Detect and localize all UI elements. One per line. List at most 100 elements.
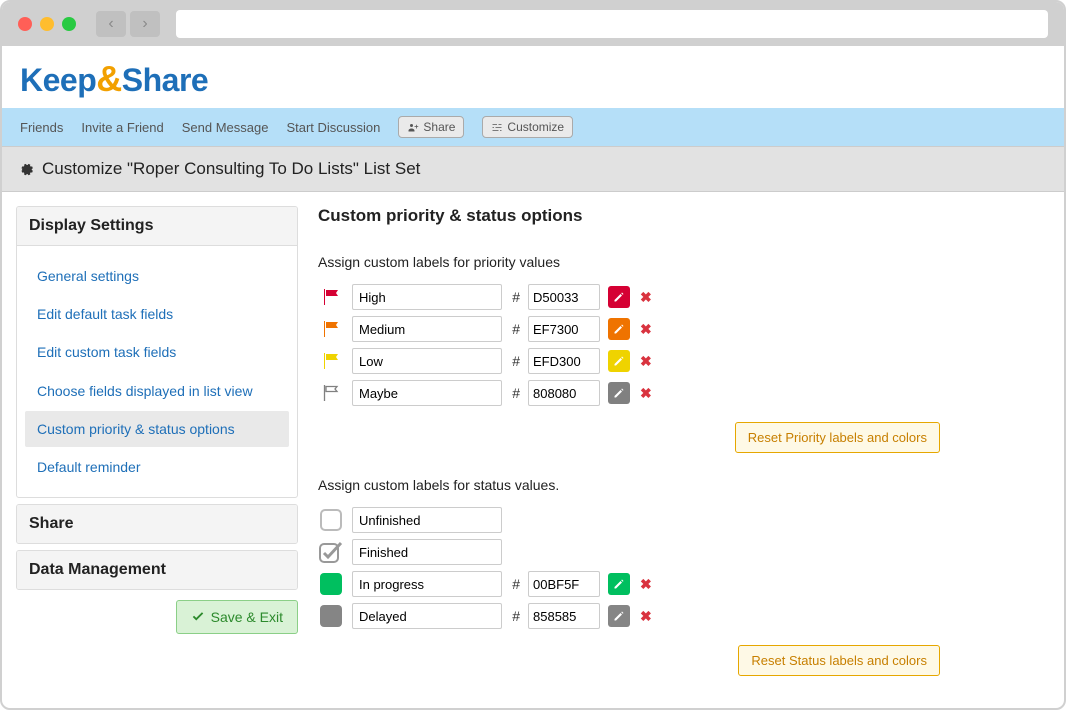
flag-icon bbox=[321, 288, 341, 306]
edit-color-button[interactable] bbox=[608, 318, 630, 340]
main-title: Custom priority & status options bbox=[318, 206, 940, 226]
sidebar-header-display[interactable]: Display Settings bbox=[17, 207, 297, 246]
sliders-icon bbox=[491, 121, 503, 133]
check-icon bbox=[191, 610, 205, 624]
hash-symbol: # bbox=[510, 385, 520, 401]
checkbox-empty-icon bbox=[320, 509, 342, 531]
nav-friends[interactable]: Friends bbox=[20, 120, 63, 135]
status-color-swatch bbox=[320, 605, 342, 627]
flag-icon bbox=[321, 352, 341, 370]
status-color-input[interactable] bbox=[528, 603, 600, 629]
priority-row-high: # ✖ bbox=[318, 284, 940, 310]
save-exit-label: Save & Exit bbox=[211, 609, 283, 625]
hash-symbol: # bbox=[510, 289, 520, 305]
sidebar-group-share: Share bbox=[16, 504, 298, 544]
gears-icon bbox=[16, 160, 34, 178]
forward-button[interactable]: › bbox=[130, 11, 160, 37]
status-row-unfinished bbox=[318, 507, 940, 533]
priority-heading: Assign custom labels for priority values bbox=[318, 254, 940, 270]
pencil-icon bbox=[613, 578, 625, 590]
status-color-input[interactable] bbox=[528, 571, 600, 597]
minimize-window-icon[interactable] bbox=[40, 17, 54, 31]
nav-start-discussion[interactable]: Start Discussion bbox=[286, 120, 380, 135]
sidebar-header-share[interactable]: Share bbox=[17, 505, 297, 543]
sidebar-group-data: Data Management bbox=[16, 550, 298, 590]
sidebar-item-custom-fields[interactable]: Edit custom task fields bbox=[25, 334, 289, 370]
hash-symbol: # bbox=[510, 576, 520, 592]
status-label-input[interactable] bbox=[352, 539, 502, 565]
hash-symbol: # bbox=[510, 321, 520, 337]
pencil-icon bbox=[613, 291, 625, 303]
delete-button[interactable]: ✖ bbox=[638, 321, 654, 338]
pencil-icon bbox=[613, 323, 625, 335]
page-header-bar: Customize "Roper Consulting To Do Lists"… bbox=[2, 146, 1064, 192]
delete-button[interactable]: ✖ bbox=[638, 353, 654, 370]
priority-color-input[interactable] bbox=[528, 380, 600, 406]
page-title: Customize "Roper Consulting To Do Lists"… bbox=[42, 159, 420, 179]
priority-row-low: # ✖ bbox=[318, 348, 940, 374]
edit-color-button[interactable] bbox=[608, 382, 630, 404]
status-heading: Assign custom labels for status values. bbox=[318, 477, 940, 493]
window-controls bbox=[18, 17, 76, 31]
delete-button[interactable]: ✖ bbox=[638, 289, 654, 306]
logo-part-keep: Keep bbox=[20, 62, 96, 98]
flag-outline-icon bbox=[321, 384, 341, 402]
delete-button[interactable]: ✖ bbox=[638, 576, 654, 593]
browser-chrome: ‹ › bbox=[2, 2, 1064, 46]
priority-color-input[interactable] bbox=[528, 284, 600, 310]
sidebar-item-list-view[interactable]: Choose fields displayed in list view bbox=[25, 373, 289, 409]
top-nav: Friends Invite a Friend Send Message Sta… bbox=[2, 108, 1064, 146]
edit-color-button[interactable] bbox=[608, 286, 630, 308]
logo-ampersand: & bbox=[96, 58, 122, 99]
priority-label-input[interactable] bbox=[352, 284, 502, 310]
edit-color-button[interactable] bbox=[608, 573, 630, 595]
delete-button[interactable]: ✖ bbox=[638, 385, 654, 402]
flag-icon bbox=[321, 320, 341, 338]
priority-label-input[interactable] bbox=[352, 348, 502, 374]
sidebar: Display Settings General settings Edit d… bbox=[16, 206, 298, 684]
sidebar-header-data[interactable]: Data Management bbox=[17, 551, 297, 589]
status-row-inprogress: # ✖ bbox=[318, 571, 940, 597]
status-row-finished bbox=[318, 539, 940, 565]
url-bar[interactable] bbox=[176, 10, 1048, 38]
share-button[interactable]: Share bbox=[398, 116, 464, 138]
priority-row-maybe: # ✖ bbox=[318, 380, 940, 406]
pencil-icon bbox=[613, 387, 625, 399]
priority-color-input[interactable] bbox=[528, 348, 600, 374]
share-label: Share bbox=[423, 120, 455, 134]
delete-button[interactable]: ✖ bbox=[638, 608, 654, 625]
nav-send-message[interactable]: Send Message bbox=[182, 120, 269, 135]
logo: Keep&Share bbox=[2, 46, 1064, 108]
maximize-window-icon[interactable] bbox=[62, 17, 76, 31]
save-exit-button[interactable]: Save & Exit bbox=[176, 600, 298, 634]
nav-invite[interactable]: Invite a Friend bbox=[81, 120, 163, 135]
user-plus-icon bbox=[407, 121, 419, 133]
customize-button[interactable]: Customize bbox=[482, 116, 573, 138]
sidebar-item-default-fields[interactable]: Edit default task fields bbox=[25, 296, 289, 332]
back-button[interactable]: ‹ bbox=[96, 11, 126, 37]
logo-part-share: Share bbox=[122, 62, 208, 98]
status-color-swatch bbox=[320, 573, 342, 595]
hash-symbol: # bbox=[510, 608, 520, 624]
edit-color-button[interactable] bbox=[608, 350, 630, 372]
hash-symbol: # bbox=[510, 353, 520, 369]
sidebar-item-priority-status[interactable]: Custom priority & status options bbox=[25, 411, 289, 447]
priority-label-input[interactable] bbox=[352, 316, 502, 342]
priority-row-medium: # ✖ bbox=[318, 316, 940, 342]
status-label-input[interactable] bbox=[352, 603, 502, 629]
pencil-icon bbox=[613, 610, 625, 622]
sidebar-item-general[interactable]: General settings bbox=[25, 258, 289, 294]
priority-label-input[interactable] bbox=[352, 380, 502, 406]
edit-color-button[interactable] bbox=[608, 605, 630, 627]
reset-status-button[interactable]: Reset Status labels and colors bbox=[738, 645, 940, 676]
status-label-input[interactable] bbox=[352, 571, 502, 597]
close-window-icon[interactable] bbox=[18, 17, 32, 31]
status-row-delayed: # ✖ bbox=[318, 603, 940, 629]
sidebar-item-reminder[interactable]: Default reminder bbox=[25, 449, 289, 485]
pencil-icon bbox=[613, 355, 625, 367]
main-panel: Custom priority & status options Assign … bbox=[318, 206, 1050, 684]
status-label-input[interactable] bbox=[352, 507, 502, 533]
priority-color-input[interactable] bbox=[528, 316, 600, 342]
reset-priority-button[interactable]: Reset Priority labels and colors bbox=[735, 422, 940, 453]
checkbox-checked-icon bbox=[319, 541, 343, 563]
